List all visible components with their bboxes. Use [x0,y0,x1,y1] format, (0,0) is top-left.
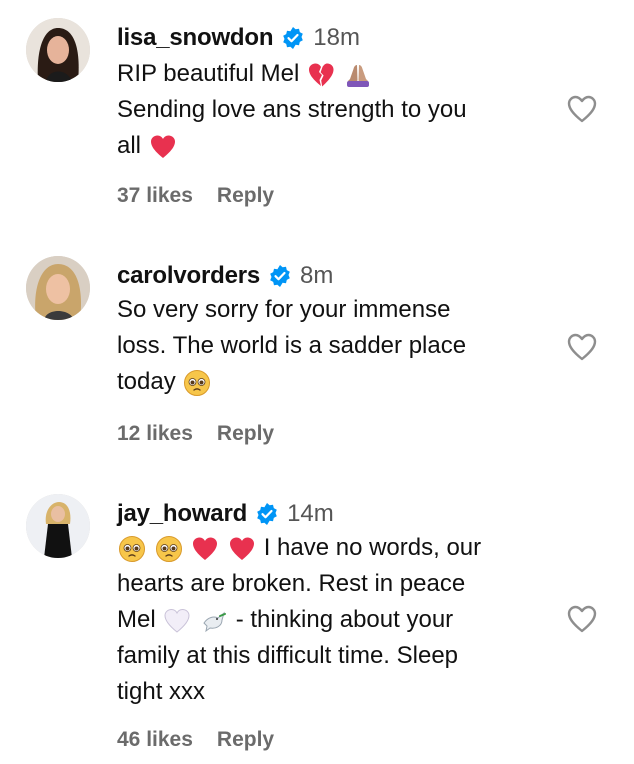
reply-button[interactable]: Reply [217,728,274,752]
pleading-face-icon [184,369,211,396]
comment-line: hearts are broken. Rest in peace [117,570,466,597]
like-heart-icon[interactable] [566,94,598,124]
username[interactable]: jay_howard [117,500,247,528]
comment-header: carolvorders 8m [117,256,333,296]
timestamp: 18m [313,24,360,51]
comment-3: jay_howard 14m I have no words, our hear… [0,494,634,764]
comment-text: So very sorry for your immense loss. The… [117,292,466,400]
timestamp: 14m [287,500,334,527]
red-heart-icon [150,135,175,158]
comment-line: all [117,128,467,164]
username[interactable]: lisa_snowdon [117,24,273,52]
comment-line: today [117,364,466,400]
username[interactable]: carolvorders [117,262,260,290]
avatar-photo-icon [26,494,90,558]
comment-line: tight xxx [117,678,206,705]
reply-button[interactable]: Reply [217,184,274,208]
verified-badge-icon [283,27,304,49]
broken-heart-icon [309,63,334,87]
like-heart-icon[interactable] [566,332,598,362]
avatar[interactable] [26,494,90,558]
folded-hands-icon [346,64,369,87]
comment-header: lisa_snowdon 18m [117,18,360,58]
avatar[interactable] [26,18,90,82]
comment-line-text: Mel [117,606,156,633]
comment-line-text: - thinking about your [235,606,454,633]
avatar[interactable] [26,256,90,320]
comment-line: RIP beautiful Mel [117,56,467,92]
comment-meta: 46 likes Reply [117,728,274,752]
timestamp: 8m [300,262,334,289]
comment-line: loss. The world is a sadder place [117,332,467,359]
like-heart-icon[interactable] [566,604,598,634]
likes-count[interactable]: 12 likes [117,422,193,446]
comment-line-text: RIP beautiful Mel [117,60,300,87]
comment-meta: 37 likes Reply [117,184,274,208]
avatar-photo-icon [26,256,90,320]
comment-header: jay_howard 14m [117,494,334,534]
red-heart-icon [230,537,255,560]
verified-badge-icon [257,503,277,525]
comment-line: family at this difficult time. Sleep [117,642,459,669]
likes-count[interactable]: 37 likes [117,184,193,208]
comment-1: lisa_snowdon 18m RIP beautiful Mel Sendi… [0,18,634,228]
verified-badge-icon [270,265,290,287]
comment-line: So very sorry for your immense [117,296,451,323]
pleading-face-icon [155,535,182,562]
red-heart-icon [193,537,218,560]
likes-count[interactable]: 46 likes [117,728,193,752]
reply-button[interactable]: Reply [217,422,274,446]
comment-2: carolvorders 8m So very sorry for your i… [0,256,634,456]
comment-line: Mel - thinking about your [117,602,481,638]
comment-line-text: all [117,132,142,159]
comment-line: Sending love ans strength to you [117,96,467,123]
comment-line-text: today [117,368,176,395]
white-heart-icon [164,608,190,633]
comment-text: RIP beautiful Mel Sending love ans stren… [117,56,467,164]
pleading-face-icon [119,535,145,562]
comment-line: I have no words, our [117,530,481,566]
comment-text: I have no words, our hearts are broken. … [117,530,481,710]
comment-meta: 12 likes Reply [117,422,274,446]
dove-icon [203,611,227,632]
comment-line-text: I have no words, our [263,534,482,561]
avatar-photo-icon [26,18,90,82]
